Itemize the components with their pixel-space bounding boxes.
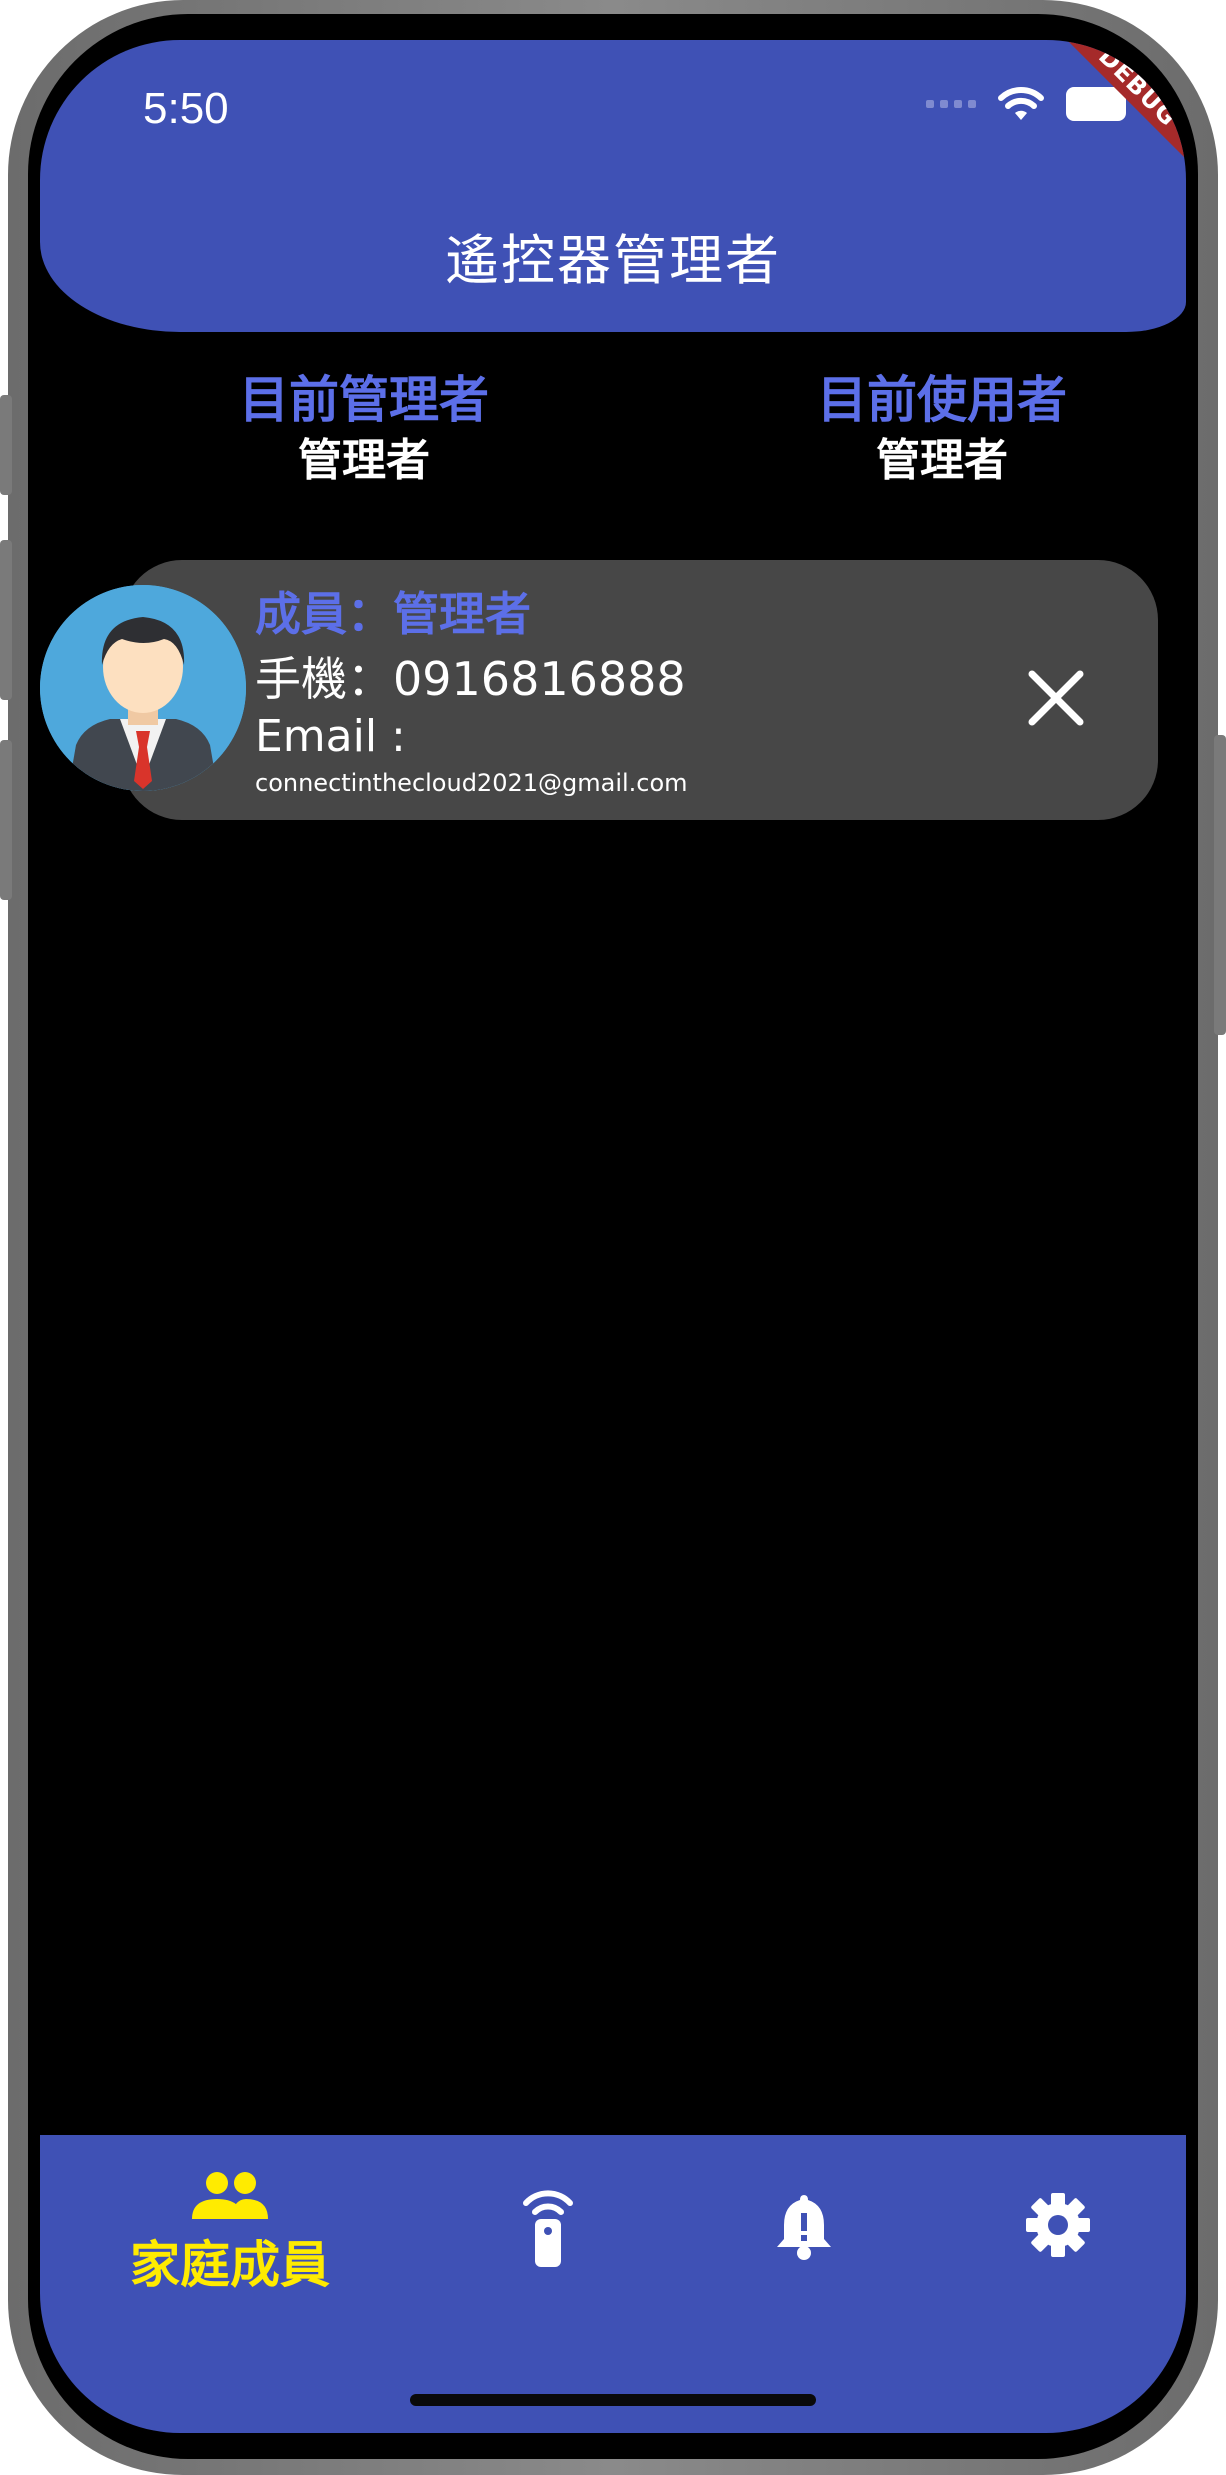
nav-family-members[interactable]: 家庭成員 xyxy=(100,2135,360,2371)
current-user-block: 目前使用者 管理者 xyxy=(742,368,1142,490)
member-role: 成員：管理者 xyxy=(255,587,531,641)
nav-settings[interactable] xyxy=(928,2135,1186,2391)
app-screen: 5:50 DEBUG 遙控器管理者 目前管理者 管理者 目前使用者 管理者 成員… xyxy=(40,40,1186,2433)
nav-family-members-label: 家庭成員 xyxy=(130,2236,330,2294)
nav-remote-control[interactable] xyxy=(418,2135,678,2385)
mute-switch xyxy=(0,395,12,495)
remove-member-button[interactable] xyxy=(1020,662,1092,734)
close-icon xyxy=(1028,670,1084,726)
status-time: 5:50 xyxy=(143,84,229,133)
wifi-icon xyxy=(998,87,1044,120)
cellular-signal-icon xyxy=(926,100,976,108)
bell-icon xyxy=(777,2195,831,2260)
member-email: connectinthecloud2021@gmail.com xyxy=(255,769,688,797)
current-user-value: 管理者 xyxy=(876,435,1008,486)
member-email-label: Email : xyxy=(255,711,406,762)
nav-notifications[interactable] xyxy=(674,2135,934,2391)
page-title: 遙控器管理者 xyxy=(445,229,781,292)
current-manager-value: 管理者 xyxy=(298,435,430,486)
volume-down-button xyxy=(0,740,12,900)
volume-up-button xyxy=(0,540,12,700)
member-phone: 手機：0916816888 xyxy=(255,652,686,706)
current-manager-block: 目前管理者 管理者 xyxy=(164,368,564,490)
current-manager-label: 目前管理者 xyxy=(239,371,489,429)
current-user-label: 目前使用者 xyxy=(817,371,1067,429)
family-members-icon xyxy=(192,2172,268,2219)
app-header: 5:50 DEBUG 遙控器管理者 xyxy=(40,40,1186,332)
businessman-avatar-icon xyxy=(40,585,246,791)
power-button xyxy=(1214,735,1226,1035)
home-indicator xyxy=(410,2394,816,2406)
gear-icon xyxy=(1026,2193,1090,2257)
remote-control-icon xyxy=(523,2190,573,2267)
battery-icon xyxy=(1066,87,1126,121)
bottom-navigation: 家庭成員 xyxy=(40,2135,1186,2433)
status-icons xyxy=(926,86,1126,122)
